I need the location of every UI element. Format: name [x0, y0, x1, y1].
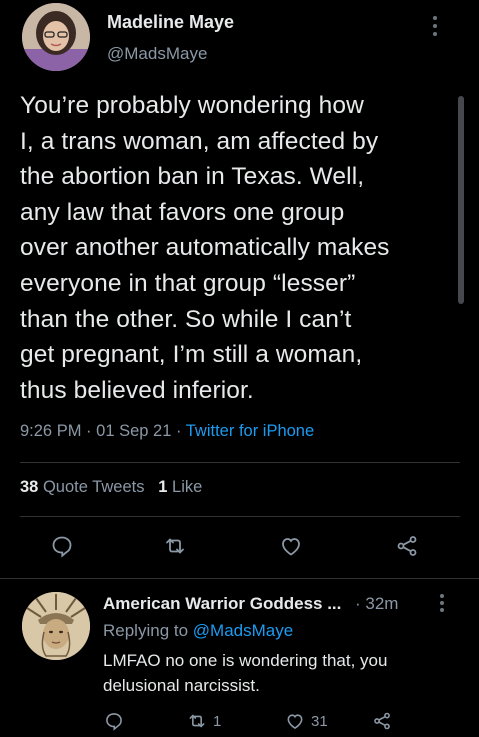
retweet-button[interactable]	[160, 531, 190, 561]
more-options-icon[interactable]	[424, 14, 446, 38]
replying-to-prefix: Replying to	[103, 621, 189, 640]
author-avatar[interactable]	[22, 3, 90, 71]
share-icon	[397, 536, 417, 556]
tweet-stats: 38 Quote Tweets 1 Like	[20, 478, 202, 497]
reply-more-options-icon[interactable]	[432, 592, 452, 614]
quote-tweets-count: 38	[20, 478, 39, 496]
reply-author-name[interactable]: American Warrior Goddess ...	[103, 594, 341, 614]
author-name[interactable]: Madeline Maye	[107, 12, 234, 33]
divider	[20, 516, 460, 517]
retweet-icon	[189, 714, 205, 728]
tweet-meta: 9:26 PM · 01 Sep 21 · Twitter for iPhone	[20, 422, 314, 441]
share-button[interactable]	[392, 531, 422, 561]
likes-label: Like	[172, 478, 203, 496]
reply-like-button[interactable]: 31	[285, 708, 328, 734]
quote-tweets-link[interactable]: 38 Quote Tweets	[20, 478, 149, 496]
quote-tweets-label: Quote Tweets	[42, 478, 145, 496]
reply-like-count: 31	[311, 712, 328, 730]
reply-button[interactable]	[47, 531, 77, 561]
likes-count: 1	[158, 478, 168, 496]
share-icon	[374, 712, 390, 730]
reply-icon	[52, 536, 72, 558]
like-icon	[282, 538, 300, 556]
reply-reply-button[interactable]	[104, 708, 124, 734]
reply-share-button[interactable]	[372, 708, 392, 734]
meta-separator: ·	[86, 422, 92, 440]
scrollbar[interactable]	[458, 96, 464, 304]
tweet-text: You’re probably wondering how I, a trans…	[20, 92, 390, 404]
like-button[interactable]	[276, 531, 306, 561]
tweet-time: 9:26 PM	[20, 422, 82, 440]
replying-to: Replying to @MadsMaye	[103, 621, 293, 641]
tweet-source-link[interactable]: Twitter for iPhone	[186, 422, 314, 440]
reply-time[interactable]: · 32m	[355, 594, 398, 614]
divider	[0, 578, 479, 579]
meta-separator: ·	[175, 422, 182, 440]
replying-to-handle[interactable]: @MadsMaye	[193, 621, 293, 640]
author-handle[interactable]: @MadsMaye	[107, 44, 207, 64]
likes-link[interactable]: 1 Like	[158, 478, 202, 496]
reply-author-avatar[interactable]	[22, 592, 90, 660]
divider	[20, 462, 460, 463]
reply-retweet-button[interactable]: 1	[187, 708, 221, 734]
reply-text: LMFAO no one is wondering that, you delu…	[103, 651, 388, 695]
retweet-icon	[166, 538, 184, 554]
like-icon	[287, 714, 303, 730]
reply-icon	[106, 713, 122, 731]
reply-retweet-count: 1	[213, 712, 222, 730]
tweet-date: 01 Sep 21	[96, 422, 172, 440]
